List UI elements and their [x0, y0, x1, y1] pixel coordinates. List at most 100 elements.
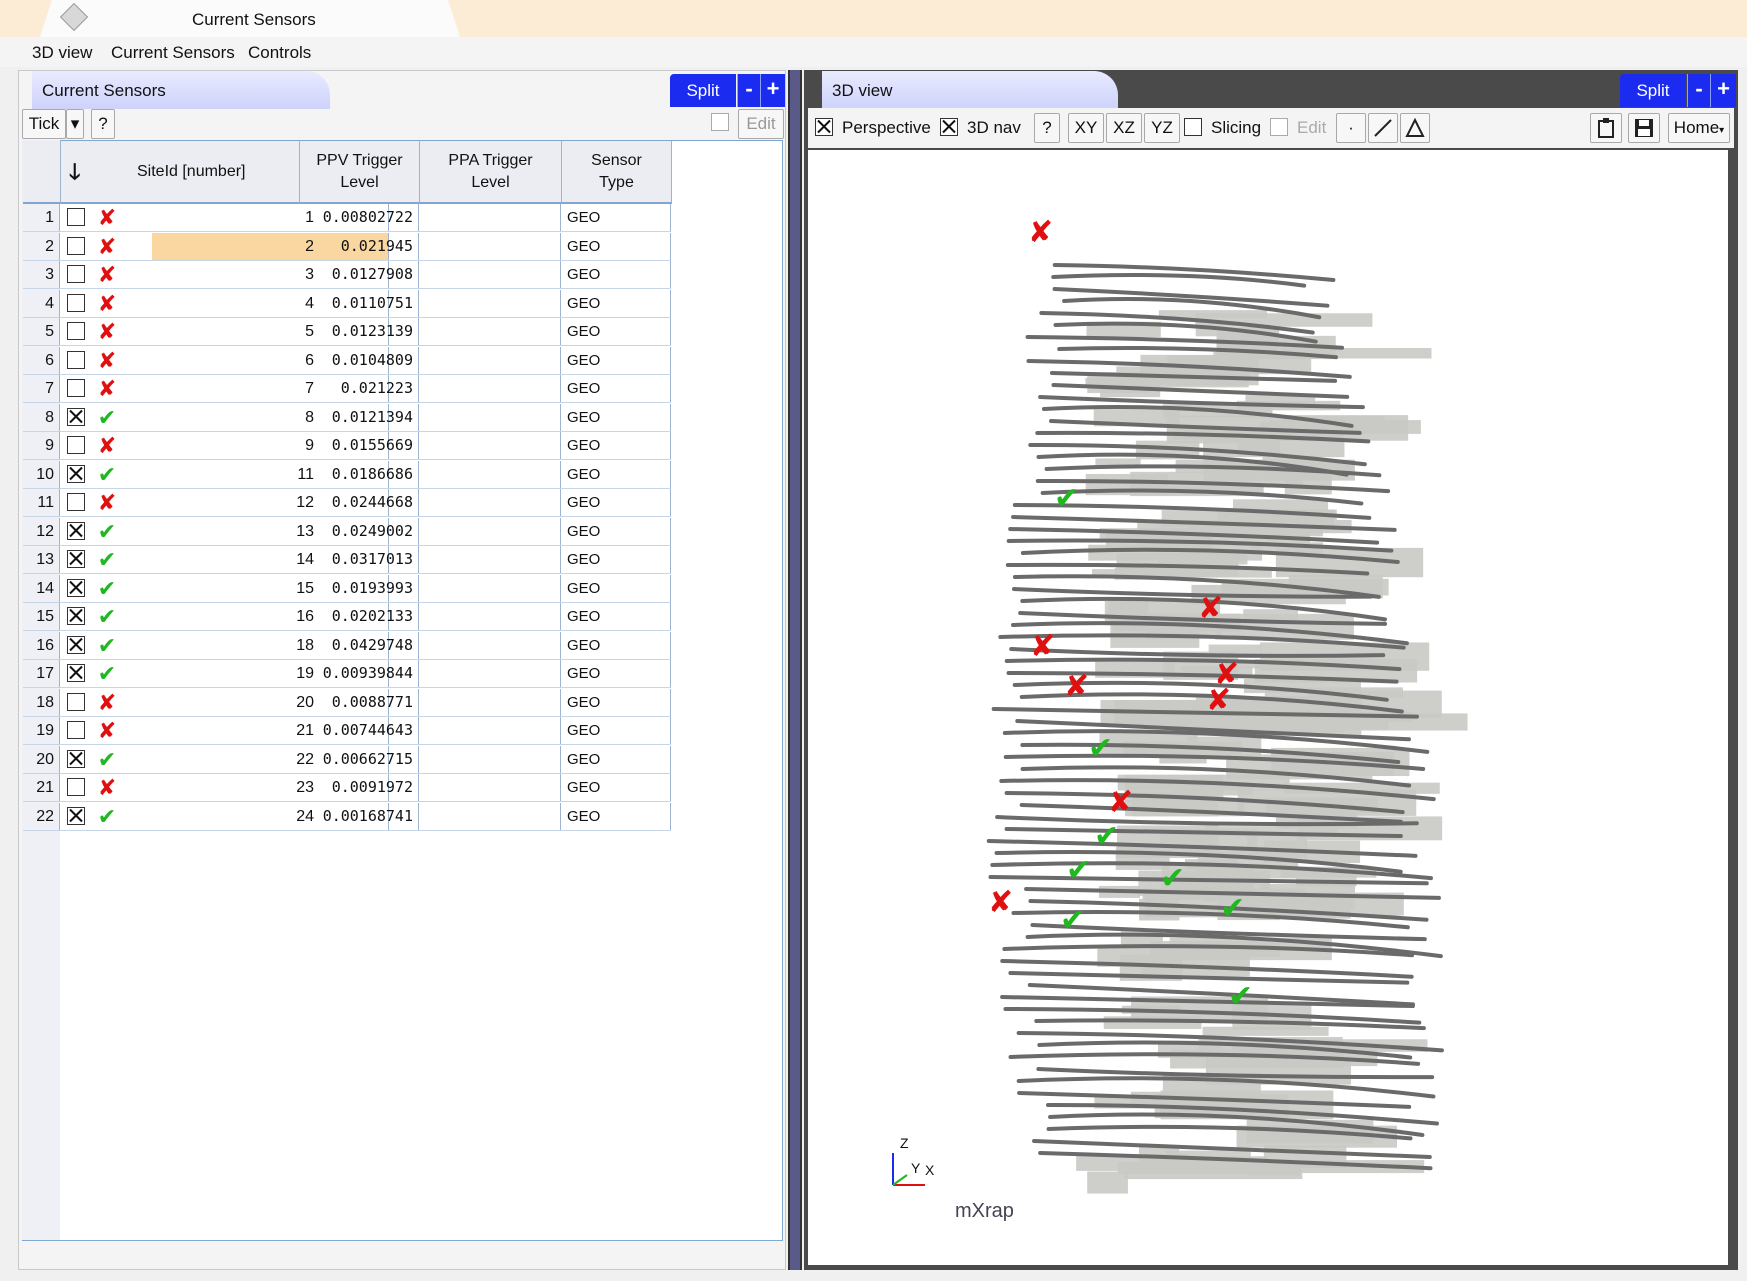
ppa-cell[interactable] [419, 774, 561, 801]
sensor-type-cell[interactable]: GEO [561, 375, 671, 402]
table-row[interactable]: 13 ✔ 14 0.0317013 GEO [23, 546, 671, 574]
corner-header[interactable] [23, 141, 61, 204]
row-checkbox[interactable] [67, 464, 85, 483]
sensor-type-cell[interactable]: GEO [561, 261, 671, 288]
row-number[interactable]: 10 [23, 460, 60, 488]
row-number[interactable]: 3 [23, 261, 60, 288]
row-checkbox[interactable] [67, 493, 85, 511]
row-number[interactable]: 9 [23, 432, 60, 459]
ppv-cell[interactable]: 0.0317013 [300, 546, 419, 573]
ppa-cell[interactable] [419, 546, 561, 573]
ppv-cell[interactable]: 0.0186686 [300, 460, 419, 488]
row-checkbox[interactable] [67, 236, 85, 255]
row-checkbox[interactable] [67, 607, 85, 625]
ppa-cell[interactable] [419, 802, 561, 830]
table-row[interactable]: 10 ✔ 11 0.0186686 GEO [23, 460, 671, 489]
ppv-cell[interactable]: 0.00662715 [300, 745, 419, 773]
sensor-ok-marker[interactable]: ✔ [1160, 861, 1185, 896]
sensor-fail-marker[interactable]: ✘ [1028, 215, 1053, 250]
ppa-cell[interactable] [419, 232, 561, 260]
point-tool-button[interactable]: · [1336, 113, 1366, 143]
ppa-cell[interactable] [419, 717, 561, 744]
table-row[interactable]: 17 ✔ 19 0.00939844 GEO [23, 660, 671, 688]
nav3d-checkbox[interactable] [940, 118, 958, 136]
sensor-fail-marker[interactable]: ✘ [1206, 683, 1231, 718]
ppa-cell[interactable] [419, 403, 561, 431]
polygon-tool-button[interactable] [1400, 113, 1430, 143]
row-number[interactable]: 2 [23, 232, 60, 260]
sensor-type-cell[interactable]: GEO [561, 204, 671, 231]
ppa-cell[interactable] [419, 460, 561, 488]
ppa-cell[interactable] [419, 660, 561, 687]
table-row[interactable]: 5 ✘ 5 0.0123139 GEO [23, 318, 671, 346]
ppa-cell[interactable] [419, 432, 561, 459]
ppv-cell[interactable]: 0.0121394 [300, 403, 419, 431]
tick-button[interactable]: Tick [22, 109, 66, 139]
view-minus-button[interactable]: - [1687, 74, 1710, 107]
row-checkbox[interactable] [67, 635, 85, 654]
home-button[interactable]: Home▾ [1668, 113, 1730, 143]
sensor-fail-marker[interactable]: ✘ [1064, 669, 1089, 704]
table-row[interactable]: 6 ✘ 6 0.0104809 GEO [23, 346, 671, 375]
xz-view-button[interactable]: XZ [1106, 113, 1142, 143]
ppa-cell[interactable] [419, 375, 561, 402]
table-row[interactable]: 9 ✘ 9 0.0155669 GEO [23, 432, 671, 460]
table-row[interactable]: 15 ✔ 16 0.0202133 GEO [23, 603, 671, 631]
ppa-cell[interactable] [419, 489, 561, 516]
xy-view-button[interactable]: XY [1068, 113, 1104, 143]
minus-button[interactable]: - [737, 74, 760, 107]
table-row[interactable]: 2 ✘ 2 0.021945 GEO [23, 232, 671, 261]
sensor-fail-marker[interactable]: ✘ [1030, 629, 1055, 664]
table-row[interactable]: 12 ✔ 13 0.0249002 GEO [23, 517, 671, 546]
table-row[interactable]: 18 ✘ 20 0.0088771 GEO [23, 688, 671, 717]
sensor-fail-marker[interactable]: ✘ [1108, 785, 1133, 820]
ppa-cell[interactable] [419, 289, 561, 317]
ppv-cell[interactable]: 0.0155669 [300, 432, 419, 459]
ppv-cell[interactable]: 0.00744643 [300, 717, 419, 744]
row-checkbox[interactable] [67, 379, 85, 397]
ppa-cell[interactable] [419, 631, 561, 659]
sensor-type-cell[interactable]: GEO [561, 403, 671, 431]
line-tool-button[interactable] [1368, 113, 1398, 143]
sensor-type-cell[interactable]: GEO [561, 517, 671, 545]
table-row[interactable]: 8 ✔ 8 0.0121394 GEO [23, 403, 671, 432]
row-checkbox[interactable] [67, 293, 85, 312]
ppv-cell[interactable]: 0.021945 [300, 232, 419, 260]
ppv-cell[interactable]: 0.0123139 [300, 318, 419, 345]
row-checkbox[interactable] [67, 692, 85, 711]
ppa-cell[interactable] [419, 517, 561, 545]
ppv-cell[interactable]: 0.0429748 [300, 631, 419, 659]
ppa-cell[interactable] [419, 261, 561, 288]
type-header[interactable]: Sensor Type [562, 141, 672, 204]
sensor-ok-marker[interactable]: ✔ [1094, 819, 1119, 854]
row-number[interactable]: 12 [23, 517, 60, 545]
row-number[interactable]: 16 [23, 631, 60, 659]
row-checkbox[interactable] [67, 322, 85, 340]
help-button[interactable]: ? [91, 109, 115, 139]
edit-checkbox[interactable] [711, 113, 729, 131]
sensor-fail-marker[interactable]: ✘ [1198, 591, 1223, 626]
sensor-type-cell[interactable]: GEO [561, 232, 671, 260]
ppv-cell[interactable]: 0.0110751 [300, 289, 419, 317]
row-checkbox[interactable] [67, 436, 85, 454]
ppv-cell[interactable]: 0.0088771 [300, 688, 419, 716]
sensor-ok-marker[interactable]: ✔ [1088, 731, 1113, 766]
table-row[interactable]: 3 ✘ 3 0.0127908 GEO [23, 261, 671, 289]
sensor-type-cell[interactable]: GEO [561, 289, 671, 317]
sensor-fail-marker[interactable]: ✘ [988, 885, 1013, 920]
ppv-header[interactable]: PPV Trigger Level [300, 141, 420, 204]
row-number[interactable]: 22 [23, 802, 60, 830]
row-number[interactable]: 6 [23, 346, 60, 374]
sensor-type-cell[interactable]: GEO [561, 774, 671, 801]
table-row[interactable]: 7 ✘ 7 0.021223 GEO [23, 375, 671, 403]
sensor-type-cell[interactable]: GEO [561, 546, 671, 573]
ppa-cell[interactable] [419, 574, 561, 602]
ppa-cell[interactable] [419, 745, 561, 773]
sensor-type-cell[interactable]: GEO [561, 574, 671, 602]
save-button[interactable] [1628, 113, 1660, 143]
panel-splitter[interactable] [788, 70, 802, 1270]
ppv-cell[interactable]: 0.0193993 [300, 574, 419, 602]
row-number[interactable]: 17 [23, 660, 60, 687]
row-number[interactable]: 5 [23, 318, 60, 345]
sensor-type-cell[interactable]: GEO [561, 717, 671, 744]
